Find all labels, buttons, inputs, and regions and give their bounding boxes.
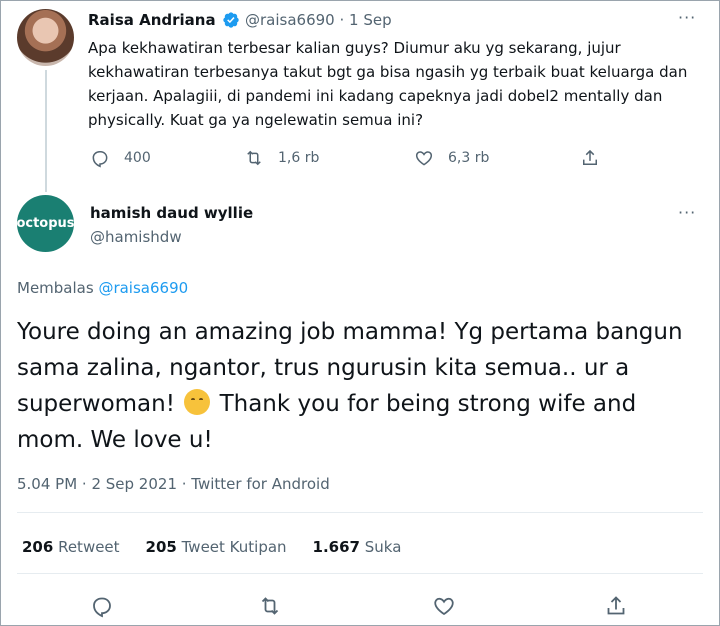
more-options-icon[interactable]: ··· bbox=[678, 203, 696, 222]
like-stat-label: Suka bbox=[360, 538, 402, 556]
hugging-face-emoji-icon bbox=[184, 389, 211, 415]
retweet-stat-label: Retweet bbox=[53, 538, 120, 556]
replying-prefix: Membalas bbox=[17, 279, 99, 297]
share-button[interactable] bbox=[580, 148, 600, 168]
tweet-text: Apa kekhawatiran terbesar kalian guys? D… bbox=[88, 39, 688, 129]
like-button[interactable] bbox=[432, 594, 456, 618]
avatar-logo-text: octopus bbox=[16, 216, 75, 231]
author-name[interactable]: hamish daud wyllie bbox=[90, 204, 253, 222]
replying-to: Membalas @raisa6690 bbox=[17, 279, 188, 297]
share-button[interactable] bbox=[604, 594, 628, 618]
divider bbox=[17, 512, 703, 513]
author-handle-date[interactable]: @raisa6690 · 1 Sep bbox=[245, 11, 392, 29]
tweet-text: Youre doing an amazing job mamma! Yg per… bbox=[17, 314, 697, 458]
retweet-stat-count: 206 bbox=[22, 538, 54, 556]
retweet-stat[interactable]: 206 Retweet bbox=[22, 538, 120, 556]
heart-icon bbox=[415, 151, 433, 166]
reply-button[interactable] bbox=[90, 594, 114, 618]
retweet-button[interactable]: 1,6 rb bbox=[244, 148, 319, 168]
reply-icon bbox=[93, 597, 111, 618]
quote-stat[interactable]: 205 Tweet Kutipan bbox=[146, 538, 287, 556]
mention-link[interactable]: @raisa6690 bbox=[98, 279, 188, 297]
retweet-icon bbox=[261, 597, 279, 615]
author-handle[interactable]: @hamishdw bbox=[90, 228, 182, 246]
retweet-icon bbox=[247, 150, 261, 166]
like-button[interactable]: 6,3 rb bbox=[414, 148, 489, 168]
like-stat[interactable]: 1.667 Suka bbox=[313, 538, 402, 556]
author-name[interactable]: Raisa Andriana bbox=[88, 11, 216, 29]
divider bbox=[17, 573, 703, 574]
reply-count: 400 bbox=[124, 150, 151, 166]
thread-line bbox=[45, 70, 47, 192]
like-count: 6,3 rb bbox=[448, 150, 490, 166]
heart-icon bbox=[434, 597, 454, 616]
retweet-count: 1,6 rb bbox=[278, 150, 320, 166]
engagement-stats: 206 Retweet 205 Tweet Kutipan 1.667 Suka bbox=[22, 538, 401, 556]
avatar[interactable]: octopus bbox=[16, 195, 75, 252]
quote-stat-count: 205 bbox=[145, 538, 177, 556]
avatar[interactable] bbox=[17, 9, 74, 66]
retweet-button[interactable] bbox=[258, 594, 282, 618]
quote-stat-label: Tweet Kutipan bbox=[176, 538, 287, 556]
reply-button[interactable]: 400 bbox=[90, 148, 151, 168]
verified-badge-icon bbox=[223, 12, 239, 28]
share-icon bbox=[583, 149, 597, 165]
more-options-icon[interactable]: ··· bbox=[678, 8, 696, 27]
tweet-actions: 400 1,6 rb 6,3 rb bbox=[0, 148, 720, 168]
tweet-timestamp[interactable]: 5.04 PM · 2 Sep 2021 · Twitter for Andro… bbox=[17, 475, 330, 493]
share-icon bbox=[607, 596, 625, 615]
like-stat-count: 1.667 bbox=[312, 538, 360, 556]
reply-icon bbox=[92, 151, 108, 168]
